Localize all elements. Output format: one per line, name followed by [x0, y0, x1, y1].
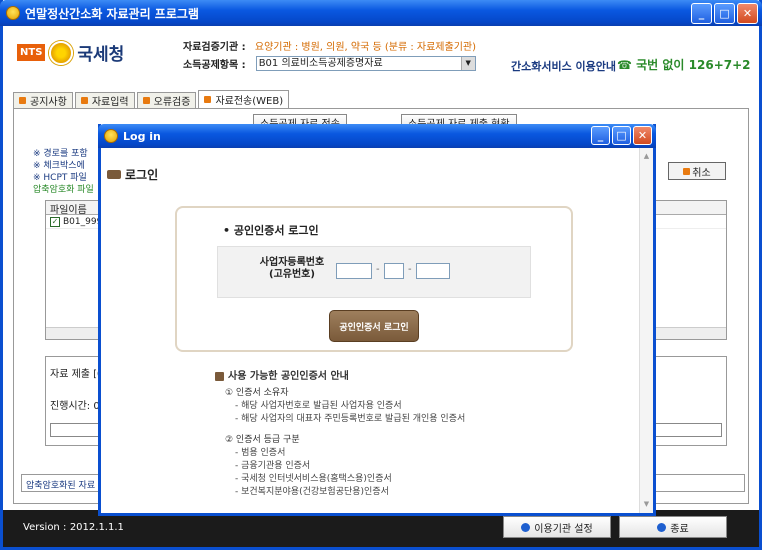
- exit-icon: [657, 522, 667, 532]
- version-value: 2012.1.1.1: [69, 522, 124, 533]
- guide-heading: 사용 가능한 공인인증서 안내: [215, 370, 465, 383]
- cert-login-title: • 공인인증서 로그인: [223, 224, 319, 237]
- guide-item: - 해당 사업자번호로 발급된 사업자용 인증서: [235, 401, 402, 411]
- guide-item: - 해당 사업자의 대표자 주민등록번호로 발급된 개인용 인증서: [235, 414, 466, 424]
- note-line: ※ 체크박스에: [33, 161, 85, 171]
- tab-transfer[interactable]: 자료전송(WEB): [198, 90, 290, 108]
- close-button[interactable]: ✕: [737, 3, 758, 24]
- tab-label: 자료전송(WEB): [215, 96, 284, 107]
- login-title: Log in: [123, 129, 161, 143]
- cancel-label: 취소: [692, 167, 711, 179]
- tab-bar: 공지사항 자료입력 오류검증 자료전송(WEB): [13, 90, 291, 108]
- cancel-button[interactable]: 취소: [668, 162, 726, 180]
- biz-number-panel: 사업자등록번호 (고유번호) - -: [217, 246, 531, 298]
- header: NTS 국세청 자료검증기관 : 요양기관 : 병원, 의원, 약국 등 (분류…: [3, 26, 759, 88]
- submit-status-text: 자료 제출 [0: [50, 369, 104, 380]
- tab-input[interactable]: 자료입력: [74, 92, 135, 108]
- cert-guide: 사용 가능한 공인인증서 안내 ① 인증서 소유자 - 해당 사업자번호로 발급…: [215, 370, 465, 499]
- guide-item: - 보건복지분야용(건강보험공단용)인증서: [235, 487, 389, 497]
- biz-number-label-line2: (고유번호): [269, 269, 315, 280]
- flower-icon: [49, 40, 74, 65]
- login-heading: 로그인: [107, 166, 158, 183]
- service-guide-link[interactable]: 간소화서비스 이용안내: [511, 58, 616, 74]
- tab-validate[interactable]: 오류검증: [136, 92, 197, 108]
- dash: -: [408, 264, 412, 275]
- verify-label: 자료검증기관 :: [183, 42, 246, 53]
- maximize-button[interactable]: □: [612, 126, 631, 145]
- vertical-scrollbar[interactable]: ▲ ▼: [639, 148, 653, 513]
- deduct-select-value: B01 의료비소득공제증명자료: [258, 58, 383, 69]
- verify-row: 자료검증기관 : 요양기관 : 병원, 의원, 약국 등 (분류 : 자료제출기…: [183, 38, 476, 53]
- scroll-down-icon[interactable]: ▼: [640, 498, 653, 511]
- settings-icon: [521, 522, 531, 532]
- nts-badge: NTS: [17, 44, 46, 61]
- biz-number-label-line1: 사업자등록번호: [259, 257, 325, 268]
- deduct-select[interactable]: B01 의료비소득공제증명자료 ▼: [255, 56, 476, 71]
- notes: ※ 경로를 포함 ※ 체크박스에 ※ HCPT 파일 압축암호화 파일: [33, 148, 94, 196]
- biz-number-field-1[interactable]: [336, 263, 372, 279]
- login-title-bar[interactable]: Log in _ □ ✕: [98, 124, 656, 148]
- nts-logo: NTS 국세청: [17, 40, 124, 65]
- app-icon: [6, 6, 20, 20]
- tab-bullet-icon: [80, 97, 88, 104]
- note-line: 압축암호화 파일: [33, 185, 94, 195]
- app-icon: [104, 129, 118, 143]
- deduct-label: 소득공제항목 :: [183, 60, 246, 71]
- main-title-bar[interactable]: 연말정산간소화 자료관리 프로그램 _ □ ✕: [0, 0, 762, 26]
- note-line: ※ 경로를 포함: [33, 149, 88, 159]
- guide-item: - 범용 인증서: [235, 448, 286, 458]
- scroll-up-icon[interactable]: ▲: [640, 150, 653, 163]
- note-line: ※ HCPT 파일: [33, 173, 87, 183]
- exit-button[interactable]: 종료: [619, 516, 727, 538]
- tab-label: 공지사항: [30, 97, 67, 108]
- tab-label: 자료입력: [91, 97, 129, 108]
- guide-heading-text: 사용 가능한 공인인증서 안내: [228, 371, 349, 382]
- login-heading-text: 로그인: [125, 168, 159, 182]
- agency-settings-button[interactable]: 이용기관 설정: [503, 516, 611, 538]
- version-info: Version : 2012.1.1.1: [23, 522, 124, 533]
- cancel-icon: [683, 167, 691, 175]
- guide-item: - 국세청 인터넷서비스용(홈택스용)인증서: [235, 474, 392, 484]
- version-label: Version :: [23, 522, 67, 533]
- guide-section-heading: ② 인증서 등급 구분: [225, 435, 300, 445]
- tab-bullet-icon: [19, 97, 26, 104]
- deduct-row: 소득공제항목 : B01 의료비소득공제증명자료 ▼: [183, 56, 476, 71]
- minimize-button[interactable]: _: [691, 3, 712, 24]
- tab-bullet-icon: [142, 97, 150, 104]
- cert-login-label: 공인인증서 로그인: [339, 322, 409, 333]
- tab-label: 오류검증: [153, 97, 191, 108]
- cert-login-box: • 공인인증서 로그인 사업자등록번호 (고유번호) - - 공인인증서 로그인: [175, 206, 573, 352]
- maximize-button[interactable]: □: [714, 3, 735, 24]
- tab-bullet-icon: [204, 96, 212, 103]
- guide-item: - 금융기관용 인증서: [235, 461, 311, 471]
- dropdown-arrow-icon[interactable]: ▼: [460, 57, 475, 70]
- row-checkbox[interactable]: ✓: [50, 216, 60, 227]
- minimize-button[interactable]: _: [591, 126, 610, 145]
- login-dialog: Log in _ □ ✕ 로그인 • 공인인증서 로그인 사업자등록번호 (고유…: [98, 124, 656, 516]
- biz-number-label: 사업자등록번호 (고유번호): [238, 257, 346, 281]
- agency-settings-label: 이용기관 설정: [534, 523, 593, 535]
- phone-number: ☎ 국번 없이 126+7+2: [617, 58, 751, 72]
- tab-notice[interactable]: 공지사항: [13, 92, 73, 108]
- dash: -: [376, 264, 380, 275]
- guide-section-heading: ① 인증서 소유자: [225, 388, 289, 398]
- guide-icon: [215, 372, 224, 381]
- cert-login-button[interactable]: 공인인증서 로그인: [329, 310, 419, 342]
- biz-number-field-3[interactable]: [416, 263, 450, 279]
- close-button[interactable]: ✕: [633, 126, 652, 145]
- logo-name: 국세청: [77, 45, 125, 65]
- main-title: 연말정산간소화 자료관리 프로그램: [25, 6, 199, 21]
- verify-value: 요양기관 : 병원, 의원, 약국 등 (분류 : 자료제출기관): [254, 42, 477, 53]
- exit-label: 종료: [670, 523, 689, 535]
- heading-icon: [107, 170, 121, 179]
- biz-number-field-2[interactable]: [384, 263, 404, 279]
